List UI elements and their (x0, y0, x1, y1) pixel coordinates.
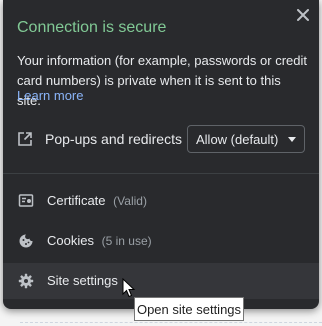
cookies-label: Cookies (47, 233, 94, 248)
close-button[interactable] (293, 5, 313, 25)
certificate-status: (Valid) (113, 194, 147, 208)
cookies-item[interactable]: Cookies (5 in use) (3, 223, 319, 259)
cookies-count: (5 in use) (101, 234, 152, 248)
mouse-pointer-icon (122, 278, 136, 298)
section-divider (3, 173, 319, 174)
close-icon (297, 9, 309, 21)
certificate-label: Certificate (47, 193, 106, 208)
chevron-down-icon (288, 137, 296, 142)
permission-label: Pop-ups and redirects (45, 131, 182, 147)
select-value: Allow (default) (196, 132, 279, 147)
permission-row-popups: Pop-ups and redirects Allow (default) (3, 124, 319, 154)
popups-permission-select[interactable]: Allow (default) (187, 125, 305, 153)
open-in-new-icon (18, 132, 32, 146)
learn-more-link[interactable]: Learn more (17, 88, 83, 103)
site-info-popup: Connection is secure Your information (f… (3, 0, 319, 309)
site-settings-label: Site settings (47, 273, 118, 288)
gear-icon (18, 273, 34, 289)
certificate-item[interactable]: Certificate (Valid) (3, 183, 319, 219)
cookie-icon (19, 234, 33, 248)
connection-status-title: Connection is secure (17, 19, 167, 36)
site-settings-tooltip: Open site settings (134, 297, 244, 321)
site-settings-item[interactable]: Site settings (3, 263, 319, 299)
certificate-icon (18, 194, 34, 207)
page-edge-divider (20, 322, 322, 326)
